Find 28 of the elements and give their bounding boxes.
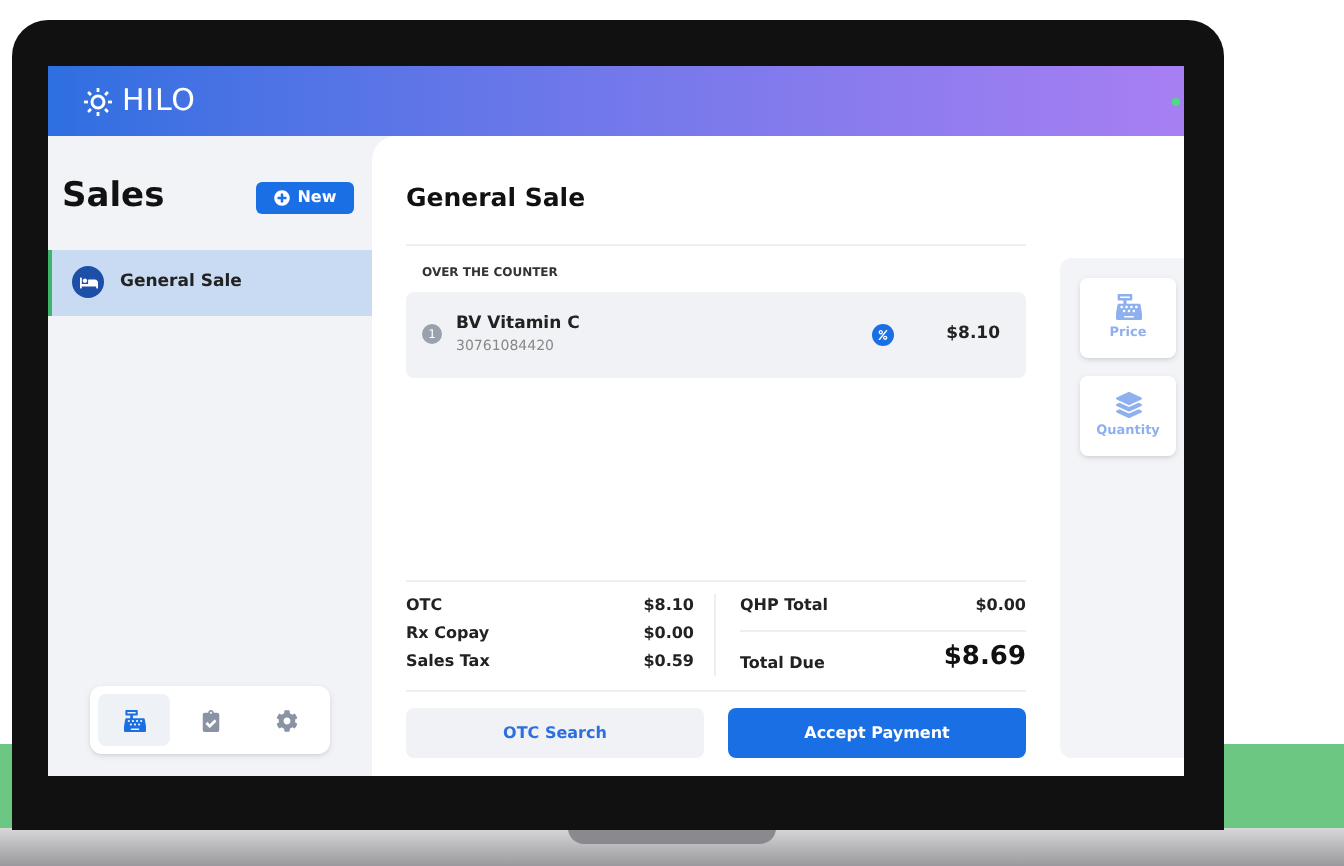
- register-icon[interactable]: [98, 694, 170, 746]
- discount-icon[interactable]: [872, 323, 895, 346]
- item-name: BV Vitamin C: [456, 311, 580, 337]
- status-dot-icon: [1172, 97, 1180, 105]
- bed-icon: [72, 266, 104, 298]
- qhp-total-label: QHP Total: [740, 593, 828, 617]
- logo-text: HILO: [122, 80, 196, 123]
- cash-register-icon: [1115, 293, 1141, 320]
- total-due-label: Total Due: [740, 652, 825, 676]
- sun-logo-icon: [82, 85, 114, 117]
- item-price: $8.10: [946, 321, 1000, 348]
- sidebar-title: Sales: [62, 174, 165, 220]
- sale-title: General Sale: [406, 136, 1026, 246]
- total-due-value: $8.69: [943, 639, 1026, 675]
- summary-value: $0.59: [643, 649, 694, 673]
- plus-icon: [273, 189, 290, 206]
- summary-label: OTC: [406, 593, 443, 617]
- summary-value: $0.00: [643, 621, 694, 645]
- accept-payment-button[interactable]: Accept Payment: [728, 708, 1026, 758]
- search-button[interactable]: OTC Search: [406, 708, 704, 758]
- summary-label: Sales Tax: [406, 649, 490, 673]
- sidebar-item-label: General Sale: [120, 269, 242, 295]
- new-button[interactable]: New: [256, 181, 354, 214]
- layers-icon: [1115, 391, 1141, 418]
- summary-label: Rx Copay: [406, 621, 490, 645]
- qhp-total-value: $0.00: [975, 593, 1026, 617]
- sidebar-item[interactable]: General Sale: [48, 249, 372, 315]
- summary-value: $8.10: [643, 593, 694, 617]
